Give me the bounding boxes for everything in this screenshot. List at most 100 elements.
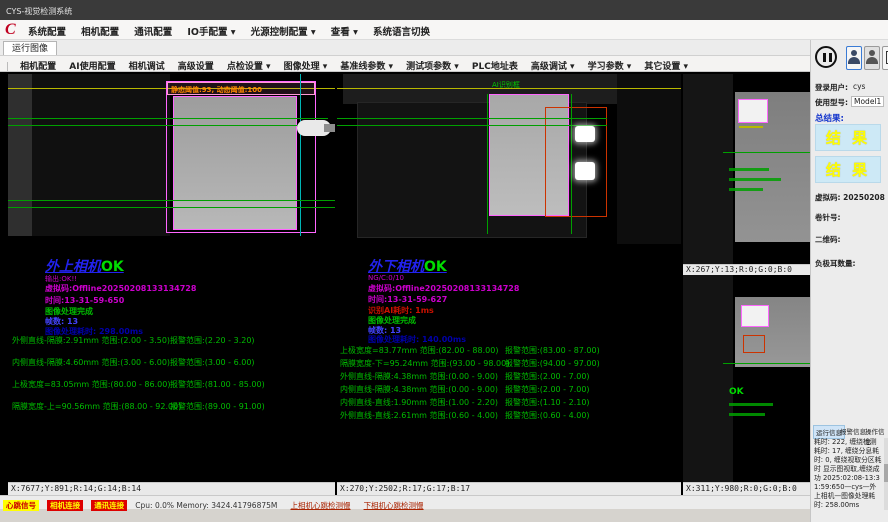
result-box-1: 结 果 [815,124,881,151]
right-panel: → 登录用户: cys 使用型号: Model1 总结果: 结 果 结 果 虚拟… [810,40,888,522]
login-user-value: cys [853,82,865,91]
time-label: 时间:13-31-59-627 [368,294,447,305]
machinery-dark-area [683,74,733,264]
result-ok-label: OK [729,387,744,397]
pin-number-label: 卷针号: [815,212,841,223]
bright-feature [738,99,768,123]
serial-label: 虚拟码:Offline20250208133134728 [45,283,196,294]
camera-title: 外上相机OK [45,256,124,276]
serial-value: 20250208 [843,193,885,202]
result-box-2: 结 果 [815,156,881,183]
total-result-label: 总结果: [815,112,844,124]
camera-title-text: 外上相机 [45,259,101,275]
alarm-range-text: 报警范围:(94.00 - 97.00) [505,358,600,369]
alarm-range-text: 报警范围:(2.20 - 3.20) [170,335,255,346]
green-guide-line-vertical [571,94,572,234]
ai-box-label: AI识别框 [492,80,520,90]
process-time-label: 图像处理耗时: 140.00ms [368,334,466,345]
model-value[interactable]: Model1 [851,96,884,107]
measurement-text: 外侧直线-隔膜:2.91mm 范围:(2.00 - 3.50) [12,335,170,346]
log-scrollbar[interactable] [884,438,888,510]
reflection-spot [575,126,595,142]
green-guide-line [723,152,810,153]
app-logo-icon: C [5,21,16,39]
green-guide-line [8,200,335,201]
measurement-text: 内侧直线-隔膜:4.60mm 范围:(3.00 - 6.00) [12,357,170,368]
small-top-pixel-coords: X:267;Y:13;R:0;G:0;B:0 [683,264,810,275]
left-camera-view[interactable]: 静态阈值:93, 动态阈值:100 外上相机OK 输出:OK!! 虚拟码:Off… [8,74,335,482]
overlay-text-line [729,168,769,171]
tab-count-label: 负极耳数量: [815,258,856,269]
overlay-text-line [729,188,763,191]
serial-label-text: 虚拟码: [815,193,841,202]
run-info-log: 耗时: 222, 缠绕检测耗时: 17, 缠绕分息耗时: 0, 缠绕视取分区耗时… [814,438,882,510]
alarm-range-text: 报警范围:(2.00 - 7.00) [505,371,590,382]
camera-title-text: 外下相机 [368,259,424,275]
small-bottom-pixel-coords: X:311;Y:980;R:0;G:0;B:0 [683,482,810,495]
login-user-label: 登录用户: [815,82,848,93]
measurement-text: 隔膜宽度-上=90.56mm 范围:(88.00 - 92.00) [12,401,181,412]
toolbar: | 相机配置 AI使用配置 相机调试 高级设置 点检设置 ▾ 图像处理 ▾ 基准… [0,55,810,72]
status-bar: 心跳信号 相机连接 通讯连接 Cpu: 0.0% Memory: 3424.41… [0,495,810,509]
small-top-camera-view[interactable] [683,74,810,264]
measurement-text: 上极宽度=83.77mm 范围:(82.00 - 88.00) [340,345,498,356]
middle-pixel-coords: X:270;Y:2502;R:17;G:17;B:17 [337,482,681,495]
green-guide-line [337,118,607,119]
window-titlebar: CYS-视觉检测系统 [0,0,888,20]
machinery-right-block [617,74,681,244]
middle-camera-view[interactable]: AI识别框 外下相机OK NG/C:0/10 虚拟码:Offline202502… [337,74,681,482]
machinery-dark-area [32,74,170,236]
qr-code-label: 二维码: [815,234,841,245]
log-scrollbar-thumb[interactable] [884,464,888,482]
overlay-text-line [729,413,765,416]
overlay-text-line [729,178,781,181]
green-guide-line [8,207,335,208]
green-guide-line [723,363,810,364]
result-ok-label: OK [424,259,447,275]
pause-button[interactable] [813,44,843,74]
measurement-text: 上极宽度=83.05mm 范围:(80.00 - 86.00) [12,379,170,390]
measurement-text: 隔膜宽度-下=95.24mm 范围:(93.00 - 98.00) [340,358,509,369]
green-guide-line [8,125,328,126]
operator-button[interactable] [864,46,880,70]
camera-connection-badge: 相机连接 [47,500,83,511]
yellow-mark [739,126,763,128]
cyan-guide-line [300,74,301,236]
lower-camera-heartbeat-warning: 下相机心跳检测慢 [364,499,424,512]
threshold-label: 静态阈值:93, 动态阈值:100 [171,85,262,95]
result-ok-label: OK [101,259,124,275]
reflection-spot [575,162,595,180]
pause-icon [815,46,837,68]
menu-items: 系统配置 相机配置 通讯配置 IO手配置 ▾ 光源控制配置 ▾ 查看 ▾ 系统语… [28,20,440,40]
overlay-text-line [729,403,773,406]
measurement-text: 外侧直线-直线:2.61mm 范围:(0.60 - 4.00) [340,410,498,421]
menu-bar: C 系统配置 相机配置 通讯配置 IO手配置 ▾ 光源控制配置 ▾ 查看 ▾ 系… [0,20,888,40]
small-bottom-camera-view[interactable]: OK [683,275,810,482]
camera-title: 外下相机OK [368,256,447,276]
roller-shaft [324,124,335,132]
tab-run-image[interactable]: 运行图像 [3,41,57,55]
cpu-memory-status: Cpu: 0.0% Memory: 3424.41796875M [135,499,277,512]
bright-feature [741,305,769,327]
tab-row: 运行图像 [0,40,810,55]
app-window: CYS-视觉检测系统 C 系统配置 相机配置 通讯配置 IO手配置 ▾ 光源控制… [0,0,888,522]
alarm-range-text: 报警范围:(1.10 - 2.10) [505,397,590,408]
measurement-text: 内侧直线-直线:1.90mm 范围:(1.00 - 2.20) [340,397,498,408]
alarm-range-text: 报警范围:(3.00 - 6.00) [170,357,255,368]
machinery-dark-area [683,275,733,482]
model-label: 使用型号: [815,97,848,108]
user-login-button[interactable] [846,46,862,70]
sub-status-label: NG/C:0/10 [368,274,404,282]
heartbeat-status-badge: 心跳信号 [3,500,39,511]
threshold-label-box: 静态阈值:93, 动态阈值:100 [167,82,315,95]
exit-button[interactable]: → [882,46,888,70]
machinery-column [8,74,32,236]
time-label: 时间:13-31-59-650 [45,295,124,306]
alarm-range-text: 报警范围:(83.00 - 87.00) [505,345,600,356]
green-guide-line [8,118,328,119]
upper-camera-heartbeat-warning: 上相机心跳检测慢 [290,499,350,512]
comm-connection-badge: 通讯连接 [91,500,127,511]
alarm-range-text: 报警范围:(89.00 - 91.00) [170,401,265,412]
ai-detect-box [743,335,765,353]
serial-label: 虚拟码:Offline20250208133134728 [368,283,519,294]
